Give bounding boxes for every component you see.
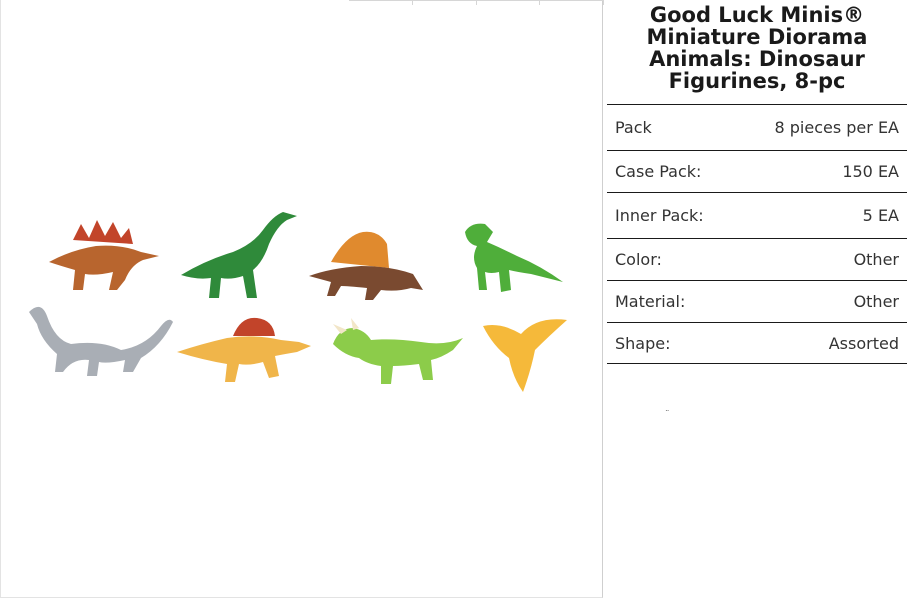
thumbnail-slot[interactable] (349, 1, 413, 5)
spec-value: 5 EA (862, 206, 899, 225)
spec-value: Other (853, 292, 899, 311)
spec-row-pack: Pack 8 pieces per EA (607, 104, 907, 150)
spec-row-inner-pack: Inner Pack: 5 EA (607, 192, 907, 238)
product-image-panel[interactable] (0, 0, 604, 598)
spec-value: Other (853, 250, 899, 269)
product-photo[interactable] (1, 140, 601, 460)
figure-dilophosaurus (465, 223, 563, 292)
figure-pteranodon (483, 319, 567, 392)
spec-value: Assorted (828, 333, 899, 353)
figure-apatosaurus (29, 306, 173, 376)
spec-row-color: Color: Other (607, 238, 907, 280)
specs-table: Pack 8 pieces per EA Case Pack: 150 EA I… (607, 104, 907, 364)
figure-brachiosaurus (181, 212, 297, 298)
spec-label: Case Pack: (615, 162, 702, 181)
product-page: Good Luck Minis® Miniature Diorama Anima… (0, 0, 921, 599)
spec-row-shape: Shape: Assorted (607, 322, 907, 364)
decorative-dots: ¨ (665, 410, 670, 420)
spec-row-material: Material: Other (607, 280, 907, 322)
thumbnail-slot[interactable] (477, 1, 541, 5)
spec-value: 8 pieces per EA (774, 118, 900, 137)
spec-label: Color: (615, 250, 662, 269)
spec-value: 150 EA (842, 162, 899, 181)
figure-triceratops (333, 318, 463, 384)
thumbnail-slot[interactable] (413, 1, 477, 5)
thumbnail-strip[interactable] (349, 0, 604, 5)
figure-dimetrodon (309, 231, 423, 300)
thumbnail-slot[interactable] (540, 1, 604, 5)
spec-label: Material: (615, 292, 686, 311)
spec-label: Inner Pack: (615, 206, 704, 225)
spec-label: Shape: (615, 333, 671, 353)
product-title: Good Luck Minis® Miniature Diorama Anima… (646, 3, 868, 93)
figure-stegosaurus (49, 220, 159, 290)
figure-spinosaurus (177, 317, 311, 382)
spec-label: Pack (615, 118, 652, 137)
spec-row-case-pack: Case Pack: 150 EA (607, 150, 907, 192)
product-info-panel: Good Luck Minis® Miniature Diorama Anima… (607, 0, 907, 364)
